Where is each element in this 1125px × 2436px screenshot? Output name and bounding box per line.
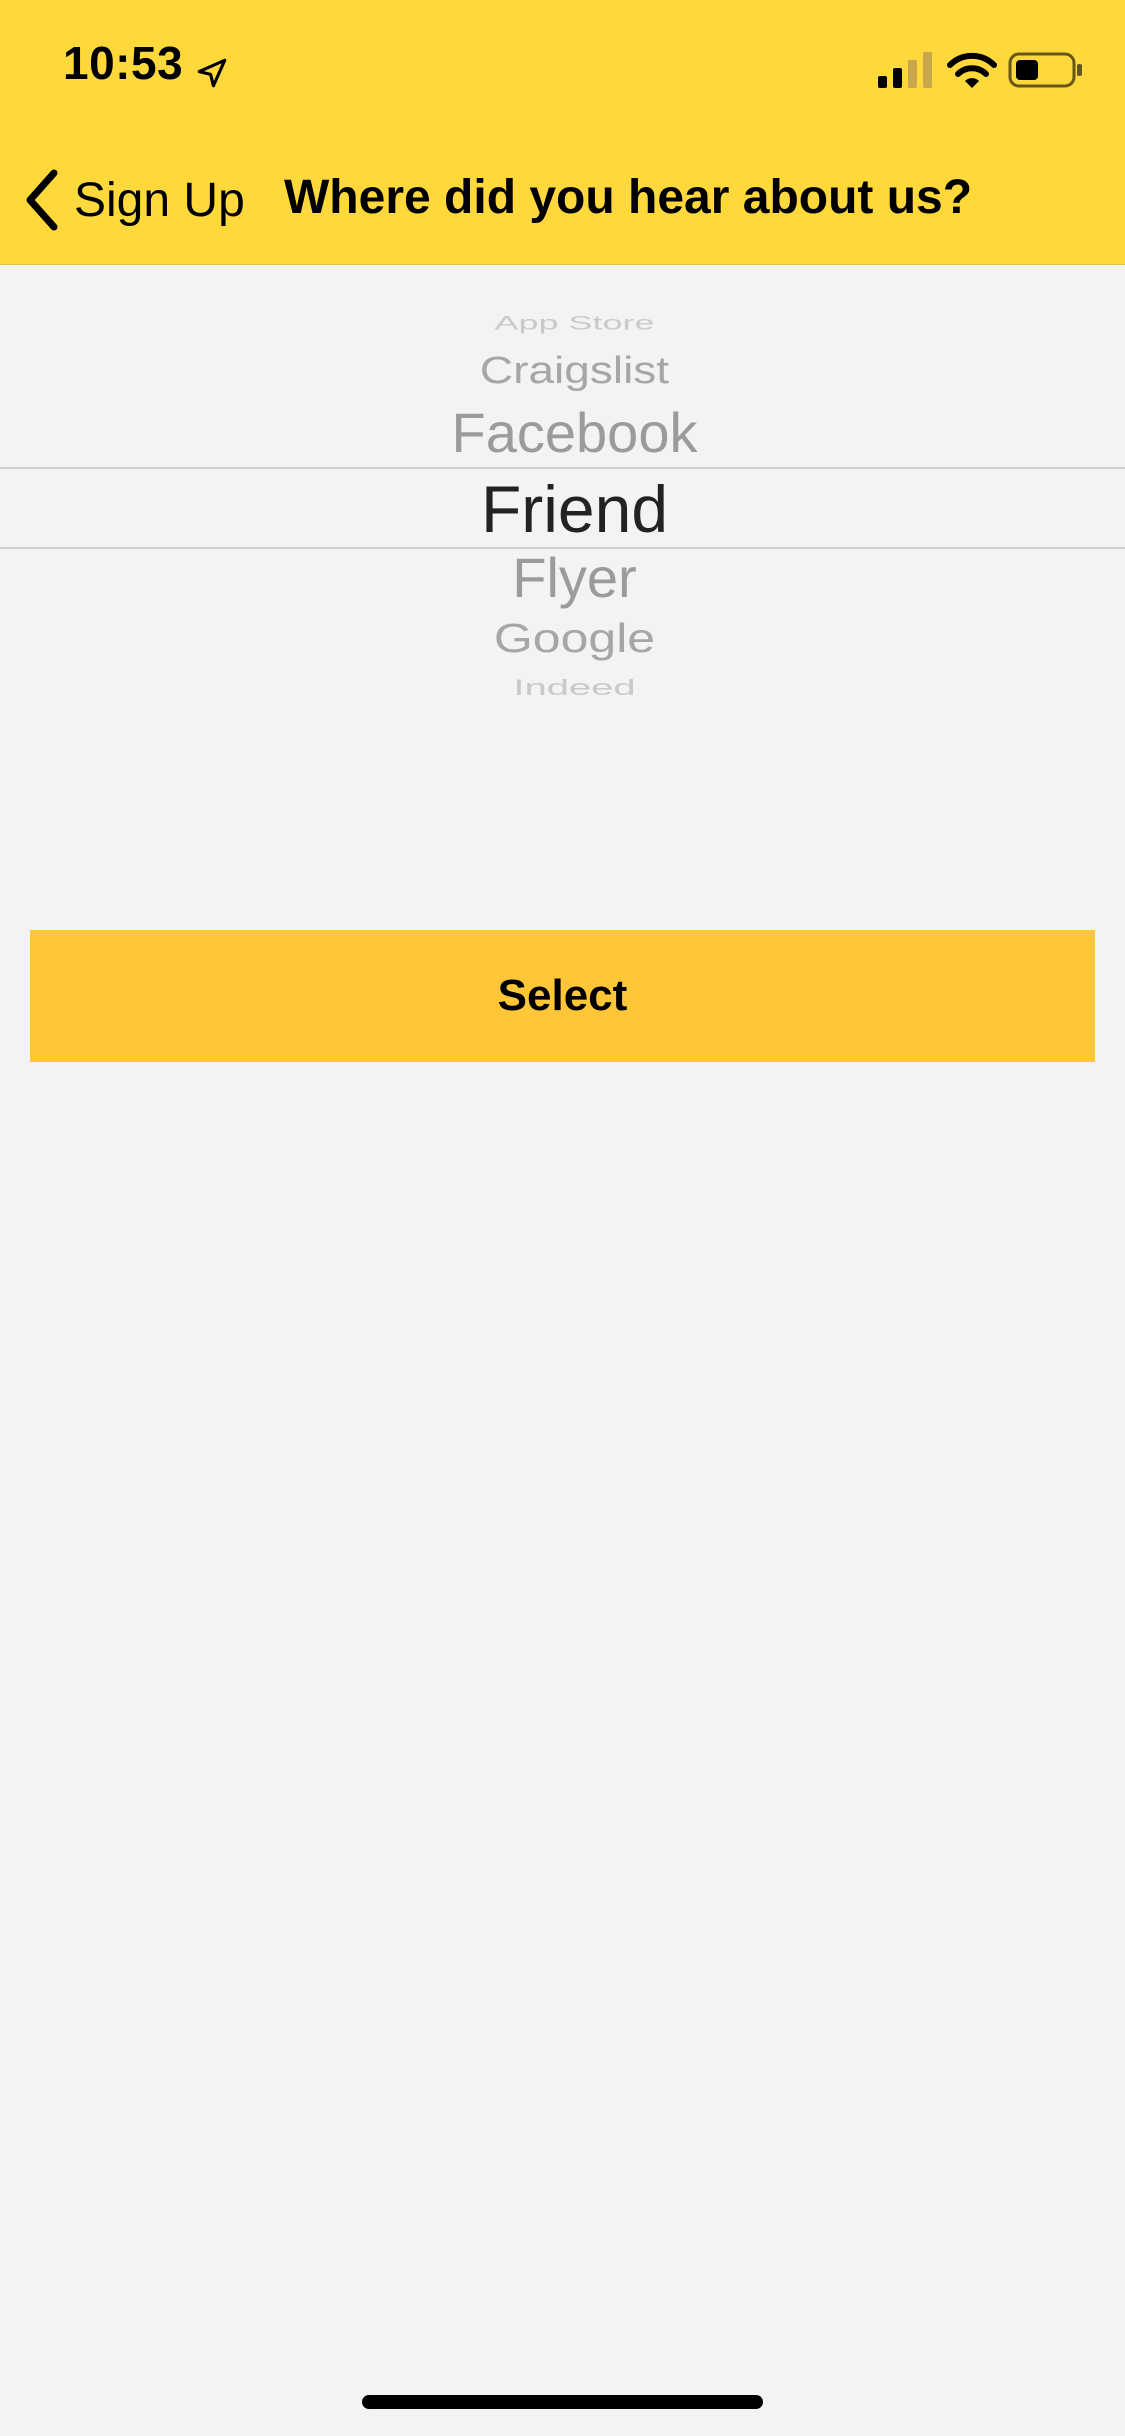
back-label: Sign Up [74,173,245,227]
status-time: 10:53 [63,37,184,89]
wifi-icon [947,52,997,88]
chevron-left-icon [26,169,58,231]
app-header: 10:53 Sign Up Where did you hear about u… [0,0,1125,265]
picker-item-google[interactable]: Google [12,618,1125,659]
cellular-signal-icon [878,52,932,88]
picker-item-indeed[interactable]: Indeed [12,677,1125,699]
location-arrow-icon [197,58,227,88]
battery-icon [1008,52,1082,88]
select-button[interactable]: Select [30,930,1095,1062]
picker-item-facebook[interactable]: Facebook [12,405,1125,461]
home-indicator[interactable] [362,2395,763,2409]
source-picker[interactable]: App Store Craigslist Facebook Friend Fly… [0,295,1125,715]
picker-item-flyer[interactable]: Flyer [12,550,1125,606]
picker-item-friend[interactable]: Friend [12,476,1125,542]
back-button[interactable]: Sign Up [20,158,245,242]
select-button-label: Select [497,971,628,1020]
picker-item-craigslist[interactable]: Craigslist [12,351,1125,389]
picker-item-app-store[interactable]: App Store [12,313,1125,333]
page-title: Where did you hear about us? [284,171,973,224]
